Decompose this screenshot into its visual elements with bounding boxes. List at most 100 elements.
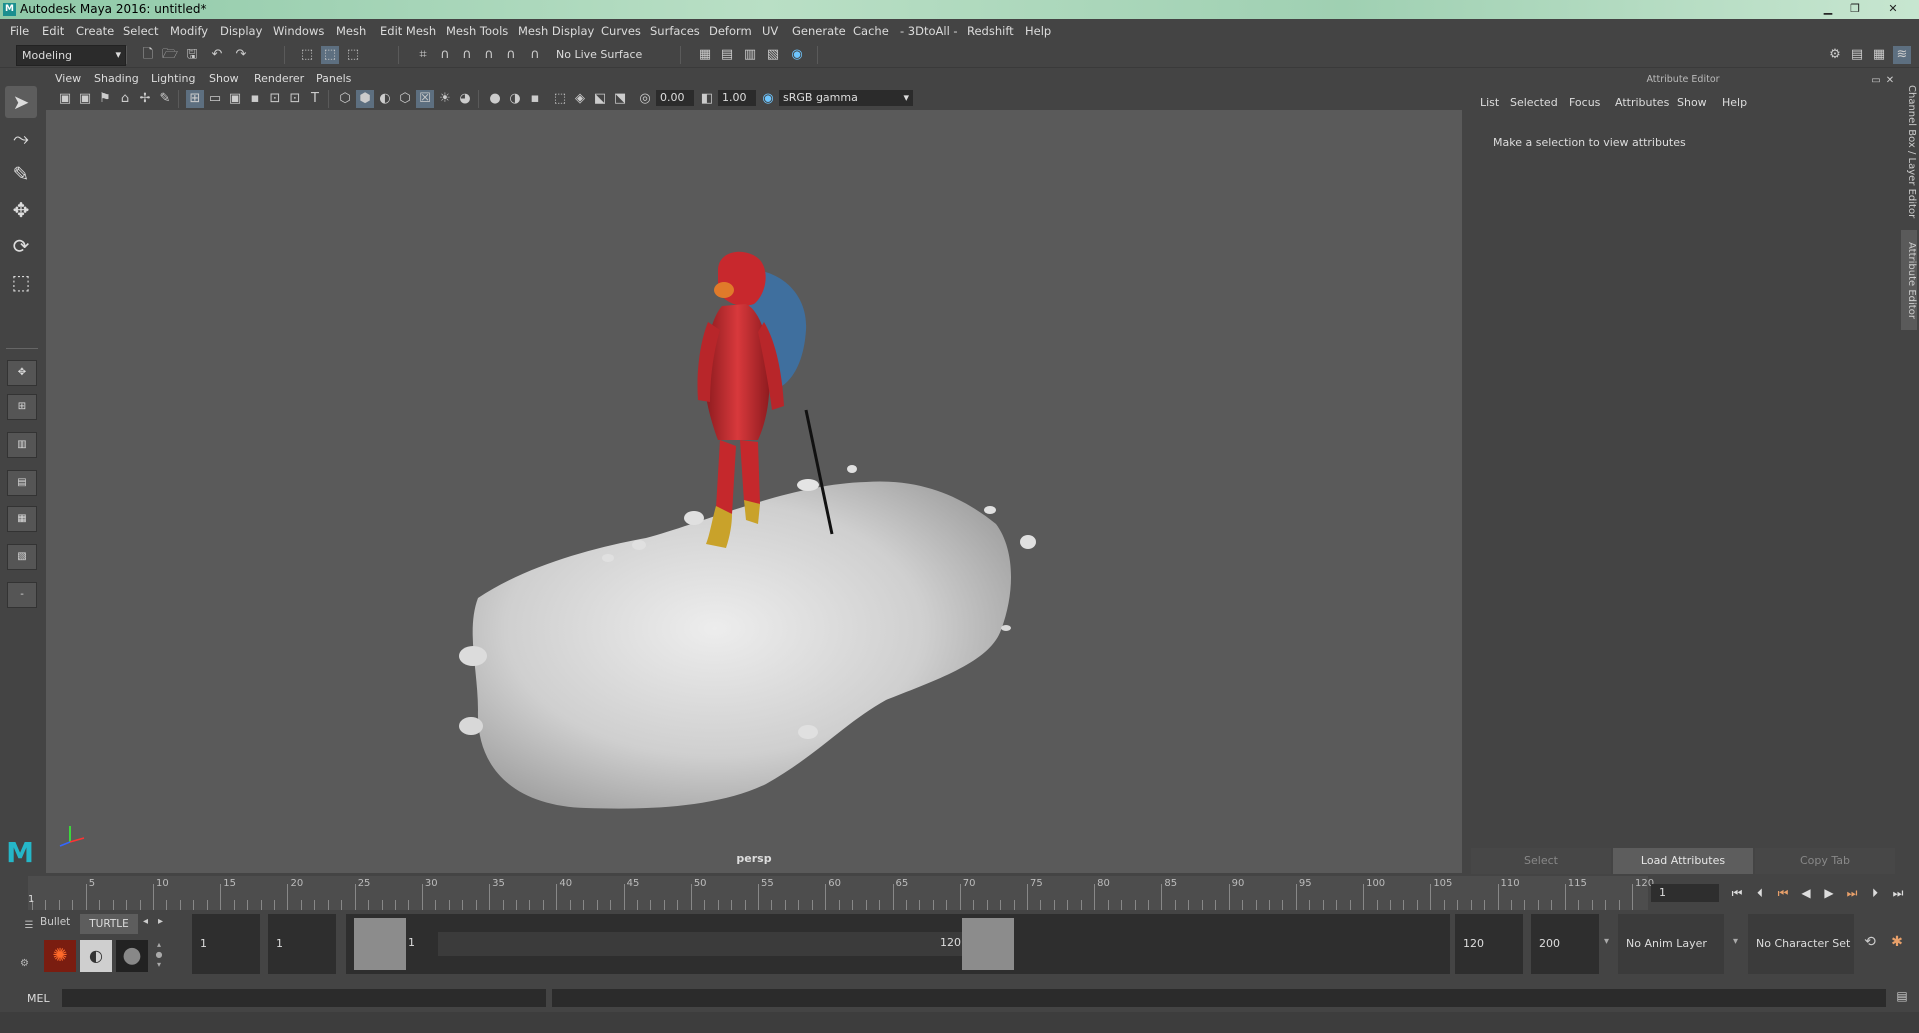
2d-pan-zoom-icon[interactable]: ✢: [136, 90, 154, 108]
menu-edit-mesh[interactable]: Edit Mesh: [380, 24, 436, 38]
playback-start-field[interactable]: 1: [268, 914, 336, 974]
time-ruler[interactable]: 5 10 15 20 25 30 35 40 45 50 55 60 65 70 75 80 85 90 95 100…: [28, 876, 1654, 910]
view-transform-dropdown[interactable]: sRGB gamma ▾: [779, 90, 913, 106]
play-forwards-icon[interactable]: ▶: [1820, 884, 1838, 902]
viewport-menu-shading[interactable]: Shading: [94, 72, 139, 85]
menu-windows[interactable]: Windows: [273, 24, 324, 38]
range-end-handle[interactable]: [962, 918, 1014, 970]
minimize-button[interactable]: ▁: [1815, 0, 1841, 17]
gamma-field[interactable]: 1.00: [718, 90, 756, 106]
attr-menu-show[interactable]: Show: [1677, 96, 1707, 109]
menu-modify[interactable]: Modify: [170, 24, 208, 38]
tool-settings-icon[interactable]: ▦: [1870, 46, 1888, 64]
snap-live-icon[interactable]: ∩: [526, 46, 544, 64]
four-view-layout-icon[interactable]: ⊞: [7, 394, 37, 420]
single-perspective-layout-icon[interactable]: ✥: [7, 360, 37, 386]
snap-grid-icon[interactable]: ⌗: [414, 46, 432, 64]
film-gate-icon[interactable]: ▭: [206, 90, 224, 108]
wireframe-on-shaded-icon[interactable]: ◐: [376, 90, 394, 108]
auto-key-icon[interactable]: ⟲: [1860, 934, 1880, 954]
attr-menu-focus[interactable]: Focus: [1569, 96, 1600, 109]
range-bar[interactable]: [438, 932, 982, 956]
snap-curve-icon[interactable]: ∩: [436, 46, 454, 64]
shadows-icon[interactable]: ☀: [436, 90, 454, 108]
render-frame-icon[interactable]: ▤: [718, 46, 736, 64]
viewport-menu-view[interactable]: View: [55, 72, 81, 85]
screen-space-ao-icon[interactable]: ◕: [456, 90, 474, 108]
close-button[interactable]: ✕: [1880, 0, 1906, 17]
shelf-shader-ball-icon[interactable]: ●: [116, 940, 148, 972]
channel-box-toggle-icon[interactable]: ≋: [1893, 46, 1911, 64]
paint-select-tool-icon[interactable]: ✎: [5, 158, 37, 190]
shelf-render-icon[interactable]: ✺: [44, 940, 76, 972]
redo-icon[interactable]: ↷: [232, 46, 250, 64]
animation-start-field[interactable]: 1: [192, 914, 260, 974]
step-forward-frame-icon[interactable]: ⏵: [1866, 884, 1884, 902]
select-object-icon[interactable]: ⬚: [321, 46, 339, 64]
close-panel-icon[interactable]: ✕: [1881, 72, 1899, 90]
undo-icon[interactable]: ↶: [208, 46, 226, 64]
attribute-editor-tab[interactable]: Attribute Editor: [1901, 230, 1917, 330]
viewport-menu-lighting[interactable]: Lighting: [151, 72, 195, 85]
viewport-menu-panels[interactable]: Panels: [316, 72, 351, 85]
menu-surfaces[interactable]: Surfaces: [650, 24, 700, 38]
use-all-lights-icon[interactable]: ☒: [416, 90, 434, 108]
time-slider[interactable]: 5 10 15 20 25 30 35 40 45 50 55 60 65 70 75 80 85 90 95 100…: [0, 876, 1919, 910]
shelf-tab-right-icon[interactable]: ▸: [158, 916, 163, 927]
outliner-persp-layout-icon[interactable]: ▧: [7, 544, 37, 570]
persp-uv-layout-icon[interactable]: ▦: [7, 506, 37, 532]
gamma-icon[interactable]: ◧: [698, 90, 716, 108]
menu-file[interactable]: File: [10, 24, 29, 38]
camera-attributes-icon[interactable]: ▣: [76, 90, 94, 108]
exposure-field[interactable]: 0.00: [656, 90, 694, 106]
snap-point-icon[interactable]: ∩: [458, 46, 476, 64]
live-surface-label[interactable]: No Live Surface: [556, 48, 642, 61]
resolution-gate-icon[interactable]: ▣: [226, 90, 244, 108]
attribute-editor-toggle-icon[interactable]: ▤: [1848, 46, 1866, 64]
new-scene-icon[interactable]: 🗋: [139, 46, 157, 64]
shelf-settings-icon[interactable]: ⚙: [20, 958, 29, 969]
character-set-field[interactable]: No Character Set: [1748, 914, 1854, 974]
shelf-tab-turtle[interactable]: TURTLE: [80, 914, 138, 934]
collapse-layout-icon[interactable]: -: [7, 582, 37, 608]
select-component-icon[interactable]: ⬚: [344, 46, 362, 64]
select-button[interactable]: Select: [1471, 848, 1611, 874]
attr-menu-help[interactable]: Help: [1722, 96, 1747, 109]
restore-button[interactable]: ❐: [1842, 0, 1868, 17]
menu-mesh[interactable]: Mesh: [336, 24, 366, 38]
animation-end-field[interactable]: 200: [1531, 914, 1599, 974]
rotate-tool-icon[interactable]: ⟳: [5, 230, 37, 262]
open-scene-icon[interactable]: 🗁: [161, 46, 179, 64]
persp-graph-layout-icon[interactable]: ▤: [7, 470, 37, 496]
persp-outliner-layout-icon[interactable]: ▥: [7, 432, 37, 458]
textured-icon[interactable]: ⬡: [396, 90, 414, 108]
exposure-icon[interactable]: ◎: [636, 90, 654, 108]
hypershade-icon[interactable]: ◉: [788, 46, 806, 64]
isolate-select-icon[interactable]: ⬚: [551, 90, 569, 108]
animation-preferences-icon[interactable]: ✱: [1887, 934, 1907, 954]
range-slider-track[interactable]: 1 120: [346, 914, 1450, 974]
xray-joints-icon[interactable]: ⬕: [591, 90, 609, 108]
select-tool-icon[interactable]: ➤: [5, 86, 37, 118]
menu-help[interactable]: Help: [1025, 24, 1051, 38]
field-chart-icon[interactable]: ⊡: [266, 90, 284, 108]
copy-tab-button[interactable]: Copy Tab: [1755, 848, 1895, 874]
load-attributes-button[interactable]: Load Attributes: [1613, 848, 1753, 874]
lasso-tool-icon[interactable]: ⤳: [5, 122, 37, 154]
shelf-tab-bullet[interactable]: Bullet: [40, 916, 76, 934]
menu-create[interactable]: Create: [76, 24, 114, 38]
menu-uv[interactable]: UV: [762, 24, 778, 38]
step-forward-key-icon[interactable]: ⏭: [1843, 884, 1861, 902]
multisample-aa-icon[interactable]: ◑: [506, 90, 524, 108]
scale-tool-icon[interactable]: ⬚: [5, 266, 37, 298]
snap-surface-icon[interactable]: ∩: [502, 46, 520, 64]
command-input[interactable]: [62, 989, 546, 1007]
menu-redshift[interactable]: Redshift: [967, 24, 1014, 38]
menu-mesh-tools[interactable]: Mesh Tools: [446, 24, 508, 38]
select-hierarchy-icon[interactable]: ⬚: [298, 46, 316, 64]
xray-icon[interactable]: ◈: [571, 90, 589, 108]
perspective-viewport[interactable]: persp: [46, 110, 1462, 873]
menu-3dtoall[interactable]: - 3DtoAll -: [900, 24, 958, 38]
menu-mesh-display[interactable]: Mesh Display: [518, 24, 594, 38]
modeling-toolkit-icon[interactable]: ⚙: [1826, 46, 1844, 64]
